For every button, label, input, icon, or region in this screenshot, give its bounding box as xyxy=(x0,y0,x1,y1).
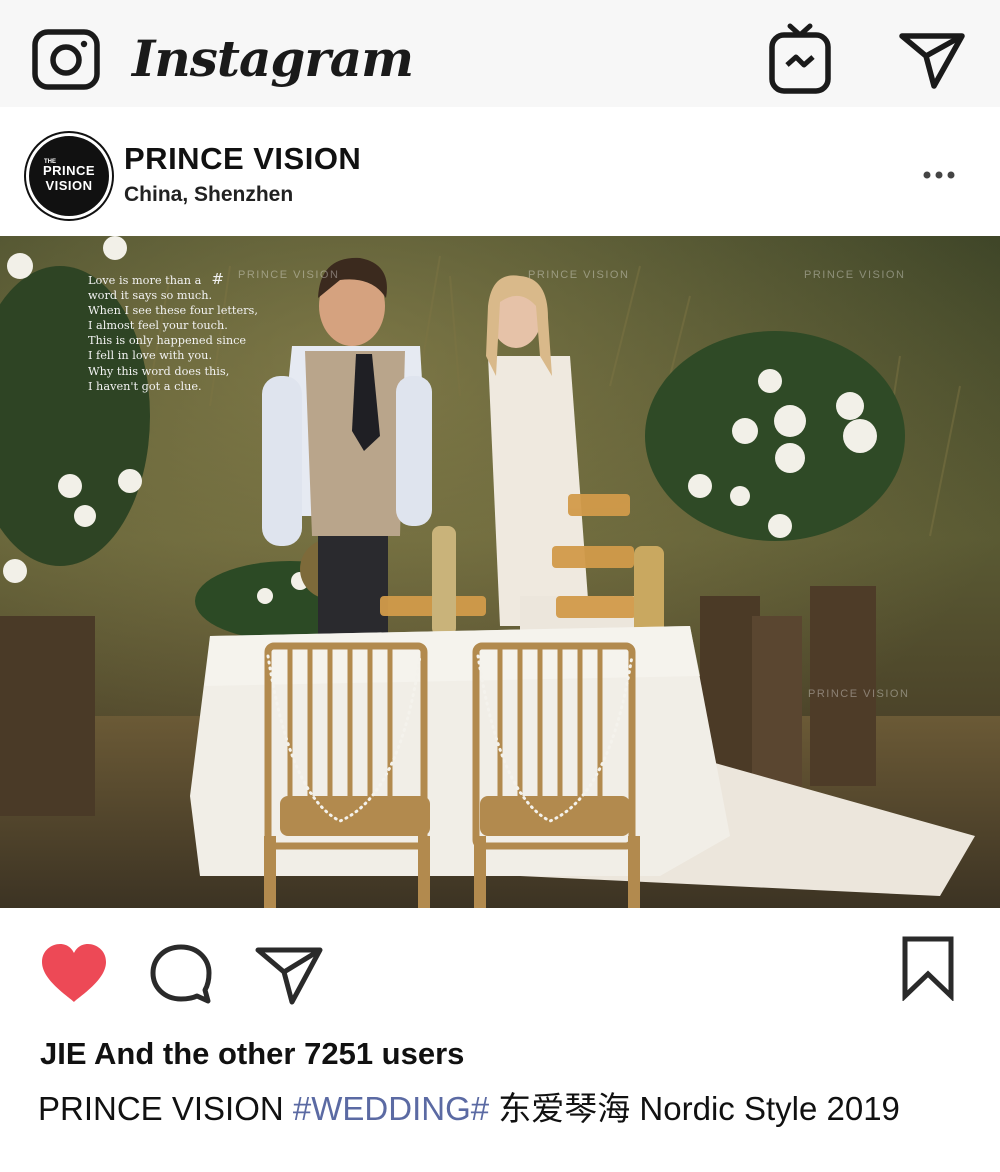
more-options-icon[interactable] xyxy=(922,165,962,185)
avatar-text-line2: VISION xyxy=(45,178,93,193)
poem-line: Why this word does this, xyxy=(88,364,230,378)
likes-count[interactable]: JIE And the other 7251 users xyxy=(40,1036,464,1072)
account-username[interactable]: PRINCE VISION xyxy=(124,141,361,177)
post-location[interactable]: China, Shenzhen xyxy=(124,183,293,207)
watermark-text: PRINCE VISION xyxy=(808,688,910,700)
avatar[interactable]: THE PRINCE VISION xyxy=(26,133,112,219)
poem-line: This is only happened since xyxy=(88,334,247,348)
avatar-text-line1: PRINCE xyxy=(42,163,96,178)
caption-author[interactable]: PRINCE VISION xyxy=(38,1090,284,1127)
camera-icon[interactable] xyxy=(32,28,100,90)
top-navigation-bar: Instagram xyxy=(0,0,1000,107)
post-caption: PRINCE VISION #WEDDING# 东爱琴海 Nordic Styl… xyxy=(38,1082,900,1130)
post-action-bar xyxy=(0,908,1000,1028)
poem-line: I fell in love with you. xyxy=(88,349,213,363)
app-logo: Instagram xyxy=(132,29,414,88)
poem-hash: # xyxy=(211,270,224,288)
caption-hashtag[interactable]: #WEDDING# xyxy=(293,1090,489,1127)
watermark-text: PRINCE VISION xyxy=(804,269,906,281)
poem-overlay: Love is more than a # word it says so muc… xyxy=(88,270,288,394)
heart-icon[interactable] xyxy=(38,942,110,1006)
share-icon[interactable] xyxy=(254,944,324,1006)
bookmark-icon[interactable] xyxy=(900,935,956,1002)
igtv-icon[interactable] xyxy=(768,22,832,94)
comment-icon[interactable] xyxy=(148,942,214,1006)
direct-message-icon[interactable] xyxy=(898,30,966,90)
poem-line: When I see these four letters, xyxy=(88,304,258,318)
post-photo[interactable]: PRINCE VISION PRINCE VISION PRINCE VISIO… xyxy=(0,236,1000,908)
poem-line: I almost feel your touch. xyxy=(88,319,228,333)
watermark-text: PRINCE VISION xyxy=(528,269,630,281)
post-header: THE PRINCE VISION PRINCE VISION China, S… xyxy=(0,107,1000,237)
poem-line: word it says so much. xyxy=(88,289,213,303)
poem-line-text: Love is more than a xyxy=(88,274,202,287)
poem-line: I haven't got a clue. xyxy=(88,379,202,393)
poem-line: Love is more than a # xyxy=(88,270,288,288)
caption-text: 东爱琴海 Nordic Style 2019 xyxy=(498,1090,900,1127)
